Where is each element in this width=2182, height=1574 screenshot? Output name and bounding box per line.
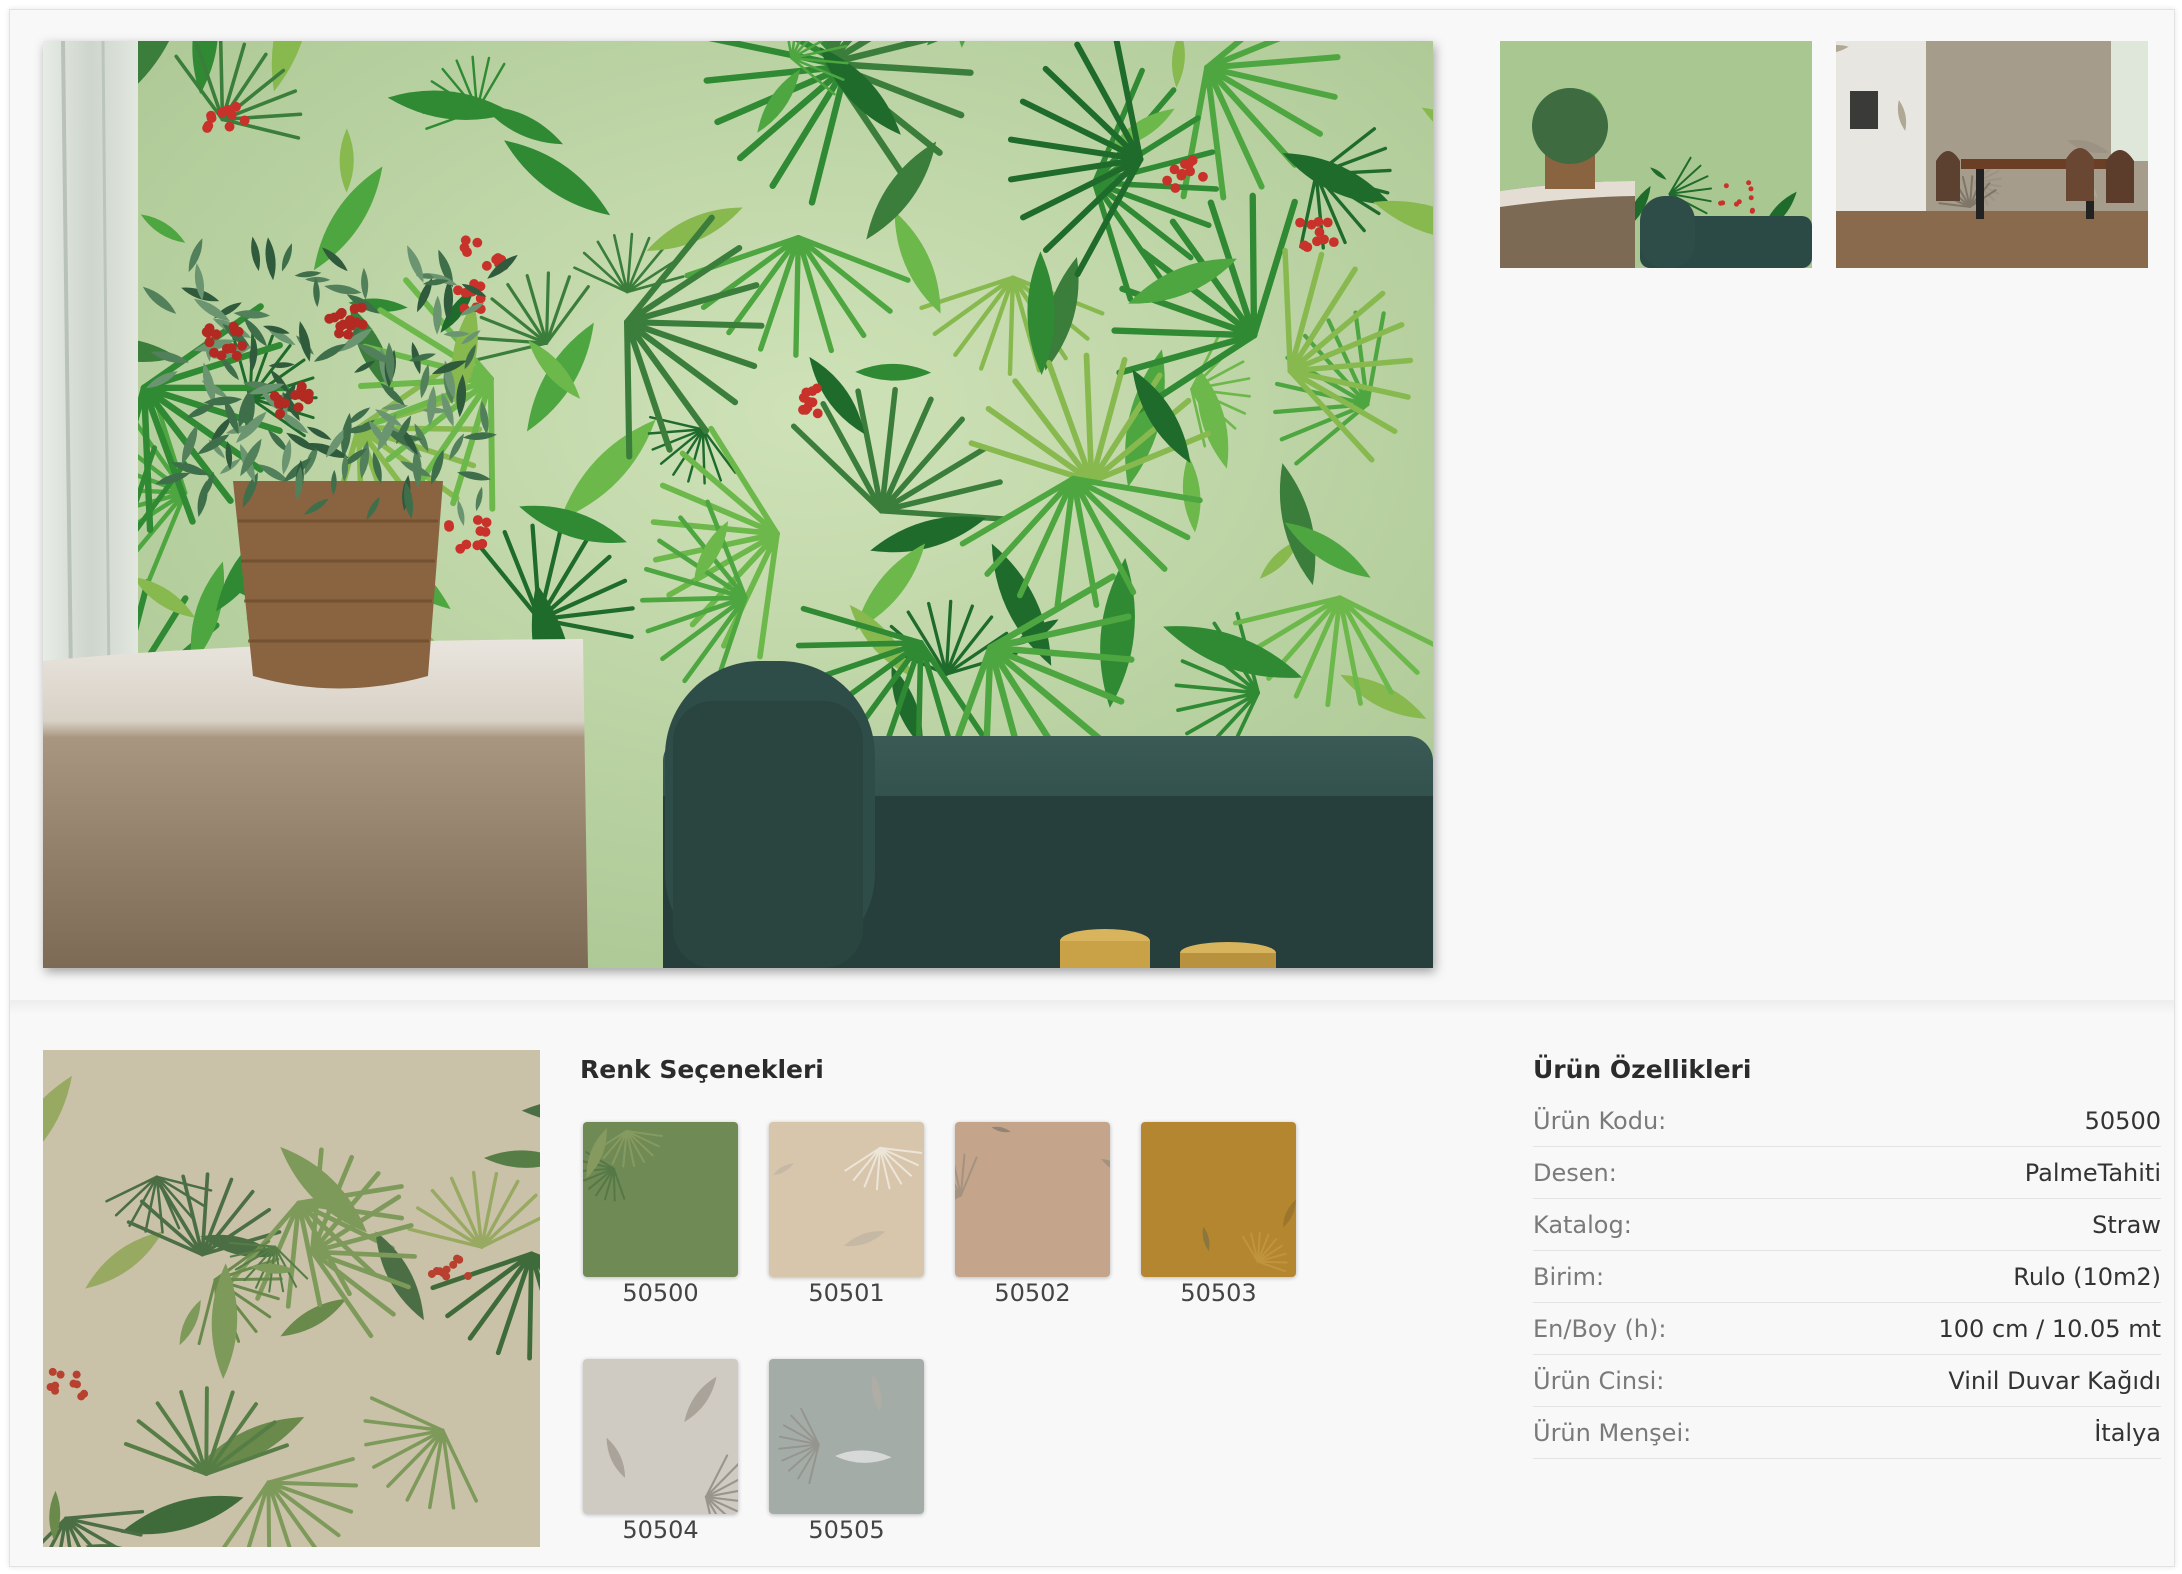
property-value: Straw [2092,1210,2161,1239]
property-row-origin: Ürün Menşei: İtalya [1533,1407,2161,1459]
color-code-label: 50503 [1180,1279,1257,1307]
property-value: Vinil Duvar Kağıdı [1948,1366,2161,1395]
color-code-label: 50505 [808,1516,885,1544]
property-key: En/Boy (h): [1533,1314,1667,1343]
color-swatch-image[interactable] [1141,1122,1296,1277]
main-product-image[interactable] [43,41,1433,968]
color-code-label: 50500 [622,1279,699,1307]
color-option-50505[interactable]: 50505 [769,1359,924,1544]
product-properties-title: Ürün Özellikleri [1533,1055,1752,1084]
property-value: Rulo (10m2) [2013,1262,2161,1291]
pattern-swatch-large[interactable] [43,1050,540,1547]
color-swatch-image[interactable] [769,1122,924,1277]
color-option-50501[interactable]: 50501 [769,1122,924,1307]
color-options-title: Renk Seçenekleri [580,1055,824,1084]
property-key: Desen: [1533,1158,1617,1187]
property-row-unit: Birim: Rulo (10m2) [1533,1251,2161,1303]
property-value: 100 cm / 10.05 mt [1938,1314,2161,1343]
property-key: Ürün Kodu: [1533,1106,1667,1135]
color-option-50502[interactable]: 50502 [955,1122,1110,1307]
color-code-label: 50504 [622,1516,699,1544]
color-option-50503[interactable]: 50503 [1141,1122,1296,1307]
color-option-50500[interactable]: 50500 [583,1122,738,1307]
property-row-code: Ürün Kodu: 50500 [1533,1095,2161,1147]
property-value: İtalya [2094,1418,2161,1447]
section-divider [10,1000,2174,1014]
property-key: Ürün Menşei: [1533,1418,1692,1447]
property-key: Birim: [1533,1262,1605,1291]
color-code-label: 50502 [994,1279,1071,1307]
property-row-dimensions: En/Boy (h): 100 cm / 10.05 mt [1533,1303,2161,1355]
property-key: Ürün Cinsi: [1533,1366,1665,1395]
property-row-catalog: Katalog: Straw [1533,1199,2161,1251]
property-row-pattern: Desen: PalmeTahiti [1533,1147,2161,1199]
product-page: Renk Seçenekleri 50500 50501 50502 50503… [9,9,2175,1567]
color-swatch-image[interactable] [583,1359,738,1514]
property-value: PalmeTahiti [2024,1158,2161,1187]
color-swatch-image[interactable] [583,1122,738,1277]
property-row-type: Ürün Cinsi: Vinil Duvar Kağıdı [1533,1355,2161,1407]
color-swatch-image[interactable] [769,1359,924,1514]
thumbnail-room-scene-2[interactable] [1836,41,2148,268]
product-properties-list: Ürün Kodu: 50500 Desen: PalmeTahiti Kata… [1533,1095,2161,1459]
thumbnail-room-scene-1[interactable] [1500,41,1812,268]
color-swatch-image[interactable] [955,1122,1110,1277]
property-key: Katalog: [1533,1210,1632,1239]
property-value: 50500 [2084,1106,2161,1135]
color-code-label: 50501 [808,1279,885,1307]
color-option-50504[interactable]: 50504 [583,1359,738,1544]
